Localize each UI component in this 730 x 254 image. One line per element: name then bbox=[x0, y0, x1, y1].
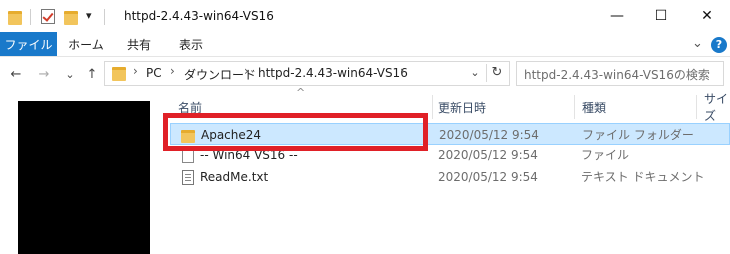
tab-file[interactable]: ファイル bbox=[0, 32, 57, 56]
window-title: httpd-2.4.43-win64-VS16 bbox=[124, 9, 274, 23]
minimize-button[interactable]: — bbox=[594, 0, 640, 32]
annotation-highlight-box bbox=[163, 113, 428, 151]
breadcrumb-separator[interactable]: › bbox=[170, 64, 175, 78]
file-modified: 2020/05/12 9:54 bbox=[438, 148, 538, 162]
maximize-button[interactable]: ☐ bbox=[638, 0, 684, 32]
tab-home[interactable]: ホーム bbox=[66, 32, 106, 56]
breadcrumb-separator[interactable]: › bbox=[400, 64, 405, 78]
recent-locations-icon[interactable]: ⌄ bbox=[62, 66, 78, 82]
divider bbox=[486, 64, 487, 82]
column-divider[interactable] bbox=[696, 95, 697, 119]
file-modified: 2020/05/12 9:54 bbox=[439, 128, 539, 142]
text-file-icon bbox=[182, 170, 194, 185]
file-type: ファイル フォルダー bbox=[582, 128, 694, 142]
folder-icon[interactable] bbox=[8, 11, 22, 25]
column-divider[interactable] bbox=[574, 95, 575, 119]
forward-arrow-icon[interactable]: → bbox=[36, 66, 52, 82]
file-type: ファイル bbox=[581, 148, 630, 162]
column-header-modified[interactable]: 更新日時 bbox=[438, 95, 486, 119]
up-arrow-icon[interactable]: ↑ bbox=[84, 66, 100, 82]
folder-icon bbox=[112, 67, 126, 81]
ribbon-expand-icon[interactable]: ⌄ bbox=[692, 36, 703, 51]
divider bbox=[30, 9, 31, 25]
file-name: ReadMe.txt bbox=[200, 170, 269, 184]
ribbon bbox=[0, 32, 730, 57]
navigation-pane[interactable] bbox=[18, 101, 150, 254]
breadcrumb-separator[interactable]: › bbox=[244, 64, 249, 78]
back-arrow-icon[interactable]: ← bbox=[8, 66, 24, 82]
divider bbox=[104, 9, 105, 25]
column-divider[interactable] bbox=[432, 95, 433, 119]
breadcrumb-separator[interactable]: › bbox=[133, 64, 138, 78]
column-header-size[interactable]: サイズ bbox=[704, 92, 730, 123]
new-folder-icon[interactable] bbox=[64, 11, 78, 25]
properties-icon[interactable] bbox=[41, 9, 55, 24]
file-modified: 2020/05/12 9:54 bbox=[438, 170, 538, 184]
file-row-readme[interactable]: ReadMe.txt 2020/05/12 9:54 テキスト ドキュメント bbox=[170, 166, 730, 188]
tab-view[interactable]: 表示 bbox=[174, 32, 208, 56]
tab-share[interactable]: 共有 bbox=[122, 32, 156, 56]
help-icon[interactable]: ? bbox=[711, 37, 727, 53]
refresh-icon[interactable]: ↻ bbox=[489, 65, 505, 80]
address-dropdown-icon[interactable]: ⌄ bbox=[468, 66, 482, 82]
breadcrumb-current[interactable]: httpd-2.4.43-win64-VS16 bbox=[258, 66, 408, 80]
customize-quick-access-icon[interactable]: ▾ bbox=[86, 9, 92, 22]
breadcrumb-pc[interactable]: PC bbox=[146, 66, 162, 80]
file-type: テキスト ドキュメント bbox=[581, 170, 705, 184]
column-header-type[interactable]: 種類 bbox=[582, 95, 606, 119]
sort-indicator-icon: ^ bbox=[296, 86, 306, 99]
search-placeholder: httpd-2.4.43-win64-VS16の検索 bbox=[524, 68, 710, 82]
close-button[interactable]: ✕ bbox=[684, 0, 730, 32]
